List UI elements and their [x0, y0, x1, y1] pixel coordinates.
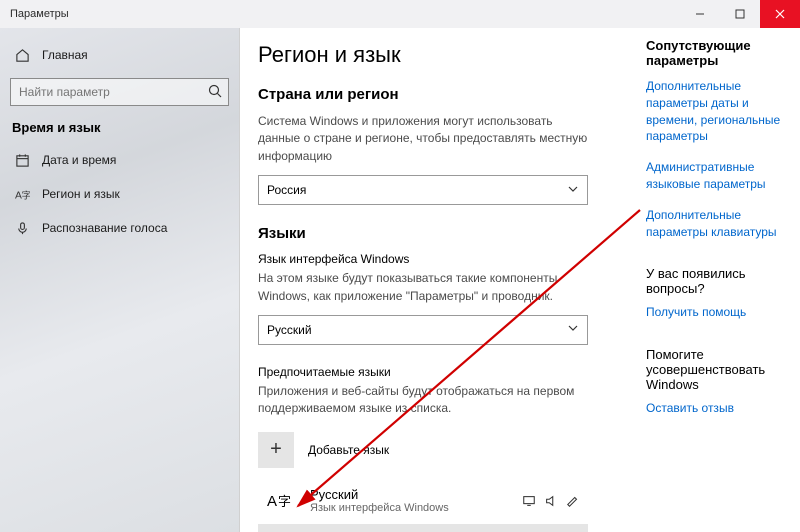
display-language-select[interactable]: Русский — [258, 315, 588, 345]
chevron-down-icon — [567, 183, 579, 198]
titlebar: Параметры — [0, 0, 800, 28]
chevron-down-icon — [567, 322, 579, 337]
close-button[interactable] — [760, 0, 800, 28]
microphone-icon — [14, 220, 30, 236]
language-item-english[interactable]: A字 English (United States) Установлен яз… — [258, 524, 588, 532]
tts-icon — [544, 494, 558, 508]
svg-text:A: A — [267, 493, 277, 510]
improve-heading: Помогите усовершенствовать Windows — [646, 347, 782, 392]
preferred-desc: Приложения и веб-сайты будут отображатьс… — [258, 383, 588, 418]
home-link[interactable]: Главная — [10, 38, 229, 72]
country-value: Россия — [267, 183, 306, 197]
sidebar-item-region-language[interactable]: A字 Регион и язык — [10, 177, 229, 211]
questions-heading: У вас появились вопросы? — [646, 266, 782, 296]
display-lang-label: Язык интерфейса Windows — [258, 252, 618, 266]
country-select[interactable]: Россия — [258, 175, 588, 205]
window-controls — [680, 0, 800, 28]
display-icon — [522, 494, 536, 508]
sidebar-item-label: Регион и язык — [42, 187, 120, 201]
sidebar-item-date-time[interactable]: Дата и время — [10, 143, 229, 177]
language-glyph-icon: A字 — [264, 484, 298, 518]
languages-heading: Языки — [258, 225, 618, 242]
language-item-russian[interactable]: A字 Русский Язык интерфейса Windows — [258, 478, 588, 524]
sidebar: Главная Время и язык Дата и время A字 Рег… — [0, 28, 240, 532]
language-name: Русский — [310, 487, 510, 502]
language-sub: Язык интерфейса Windows — [310, 502, 510, 514]
language-feature-icons — [522, 494, 580, 508]
maximize-button[interactable] — [720, 0, 760, 28]
search-input[interactable] — [10, 78, 229, 106]
search-icon — [207, 83, 223, 102]
preferred-heading: Предпочитаемые языки — [258, 365, 618, 379]
page-title: Регион и язык — [258, 42, 618, 68]
related-link-date-region[interactable]: Дополнительные параметры даты и времени,… — [646, 78, 782, 145]
display-language-value: Русский — [267, 323, 312, 337]
main-area: Регион и язык Страна или регион Система … — [240, 28, 800, 532]
add-language-button[interactable]: + Добавьте язык — [258, 428, 588, 472]
svg-text:字: 字 — [21, 189, 29, 200]
sidebar-item-label: Распознавание голоса — [42, 221, 167, 235]
feedback-link[interactable]: Оставить отзыв — [646, 400, 782, 417]
calendar-icon — [14, 152, 30, 168]
region-desc: Система Windows и приложения могут испол… — [258, 113, 588, 165]
app-title: Параметры — [10, 8, 69, 20]
sidebar-item-speech[interactable]: Распознавание голоса — [10, 211, 229, 245]
get-help-link[interactable]: Получить помощь — [646, 304, 782, 321]
plus-icon: + — [258, 432, 294, 468]
language-icon: A字 — [14, 186, 30, 202]
related-link-keyboard[interactable]: Дополнительные параметры клавиатуры — [646, 207, 782, 241]
related-heading: Сопутствующие параметры — [646, 38, 782, 68]
related-panel: Сопутствующие параметры Дополнительные п… — [618, 38, 782, 532]
home-label: Главная — [42, 48, 88, 62]
related-link-admin-lang[interactable]: Административные языковые параметры — [646, 159, 782, 193]
region-heading: Страна или регион — [258, 86, 618, 103]
sidebar-category: Время и язык — [12, 120, 229, 135]
home-icon — [14, 47, 30, 63]
display-lang-desc: На этом языке будут показываться такие к… — [258, 270, 588, 305]
svg-text:字: 字 — [278, 494, 291, 509]
sidebar-item-label: Дата и время — [42, 153, 116, 167]
handwriting-icon — [566, 494, 580, 508]
add-language-label: Добавьте язык — [308, 443, 389, 457]
search-box[interactable] — [10, 78, 229, 106]
minimize-button[interactable] — [680, 0, 720, 28]
